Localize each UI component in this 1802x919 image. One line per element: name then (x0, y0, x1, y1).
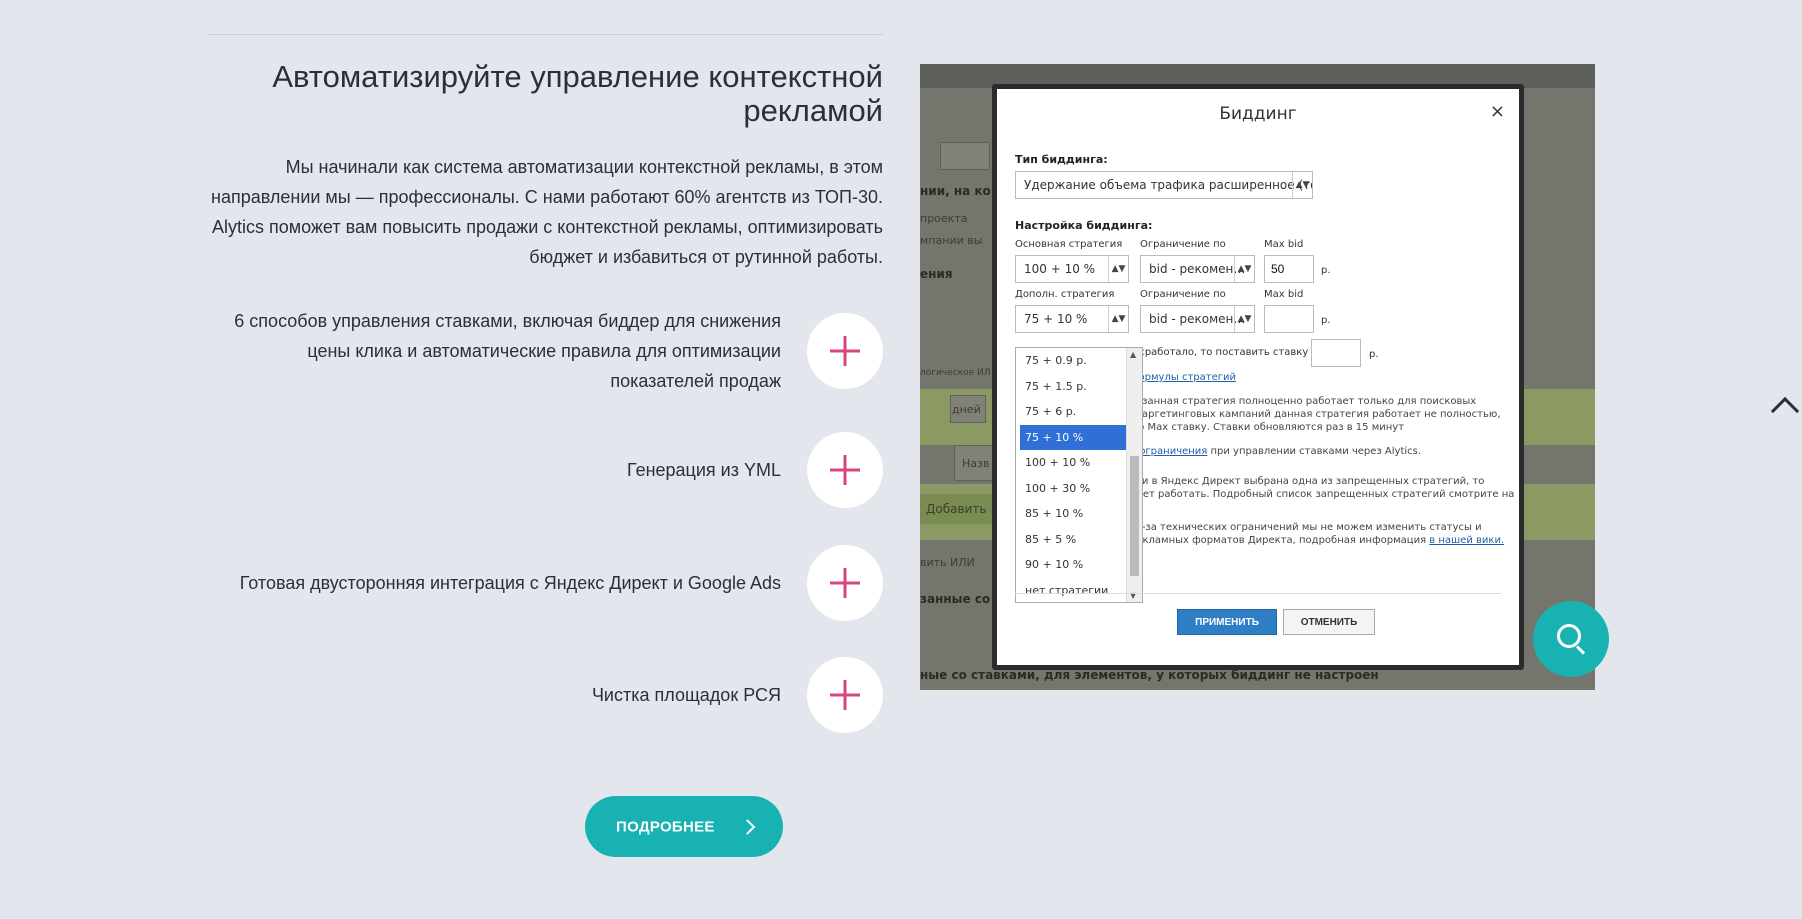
scrollbar-thumb[interactable] (1130, 456, 1139, 576)
feature-text: Чистка площадок РСЯ (591, 685, 781, 705)
expand-plus-icon[interactable] (807, 657, 883, 733)
dropdown-option[interactable]: 85 + 10 % (1016, 501, 1126, 527)
bg-input (940, 142, 990, 170)
limit2-label: Ограничение по (1140, 289, 1226, 300)
dropdown-option-selected[interactable]: 75 + 10 % (1020, 424, 1128, 450)
expand-plus-icon[interactable] (807, 313, 883, 389)
bg-text: проекта (920, 212, 968, 225)
strategy-dropdown-list: 75 + 0.9 р. 75 + 1.5 р. 75 + 6 р. 75 + 1… (1015, 347, 1143, 603)
maxbid-input[interactable] (1264, 255, 1314, 283)
dropdown-option[interactable]: 75 + 6 р. (1016, 399, 1126, 425)
feature-item-rsya: Чистка площадок РСЯ (209, 657, 883, 733)
bg-text: ения (920, 267, 953, 281)
limit-label: Ограничение по (1140, 239, 1226, 250)
bg-text: занные со (920, 592, 991, 606)
maxbid2-label: Max bid (1264, 289, 1304, 300)
dropdown-option[interactable]: 75 + 1.5 р. (1016, 374, 1126, 400)
apply-button[interactable]: ПРИМЕНИТЬ (1177, 609, 1277, 635)
expand-plus-icon[interactable] (807, 432, 883, 508)
info-line: ую Max ставку. Ставки обновляются раз в … (1130, 422, 1405, 433)
bidding-modal: Биддинг × Тип биддинга: Удержание объема… (992, 84, 1524, 670)
bg-text: вить ИЛИ (920, 556, 975, 569)
main-strategy-value: 100 + 10 % (1024, 262, 1096, 276)
feature-text: 6 способов управления ставками, включая … (234, 311, 781, 391)
limit-value: bid - рекомен… (1149, 262, 1246, 276)
settings-label: Настройка биддинга: (1015, 219, 1153, 232)
scroll-up-icon[interactable]: ▲ (1130, 350, 1136, 359)
section-title: Автоматизируйте управление контекстной р… (272, 59, 883, 128)
select-arrows-icon: ▲▼ (1234, 306, 1254, 332)
unit-label: р. (1321, 265, 1331, 276)
bid-type-label: Тип биддинга: (1015, 153, 1108, 166)
dropdown-option[interactable]: 100 + 30 % (1016, 476, 1126, 502)
dropdown-option[interactable]: 85 + 5 % (1016, 527, 1126, 553)
feature-item-integration: Готовая двусторонняя интеграция с Яндекс… (209, 545, 883, 621)
bg-text: Назв (962, 457, 990, 470)
more-button-label: ПОДРОБНЕЕ (616, 818, 715, 835)
unit-label: р. (1369, 349, 1379, 360)
info-line: сли в Яндекс Директ выбрана одна из запр… (1130, 476, 1485, 487)
limit2-select[interactable]: bid - рекомен… ▲▼ (1140, 305, 1255, 333)
product-screenshot: нии, на ко проекта мпании вы ения логиче… (920, 64, 1595, 690)
bg-text: дней (952, 403, 981, 416)
maxbid-label: Max bid (1264, 239, 1304, 250)
bg-button: Добавить (920, 494, 993, 524)
limit-select[interactable]: bid - рекомен… ▲▼ (1140, 255, 1255, 283)
close-icon[interactable]: × (1490, 103, 1505, 121)
feature-text: Готовая двусторонняя интеграция с Яндекс… (239, 573, 781, 593)
bg-text: мпании вы (920, 234, 983, 247)
formula-link[interactable]: формулы стратегий (1130, 372, 1236, 383)
select-arrows-icon: ▲▼ (1292, 172, 1312, 198)
main-strategy-select[interactable]: 100 + 10 % ▲▼ (1015, 255, 1129, 283)
main-strategy-label: Основная стратегия (1015, 239, 1123, 250)
info-line: а ограничения при управлении ставками че… (1130, 445, 1421, 458)
modal-title: Биддинг (1219, 104, 1297, 124)
chevron-up-icon[interactable] (1768, 392, 1798, 416)
wiki-link[interactable]: в нашей вики. (1429, 535, 1504, 546)
restrictions-link[interactable]: ограничения (1139, 446, 1207, 457)
bg-text: ные со ставками, для элементов, у которы… (920, 668, 1379, 682)
section-lead: Мы начинали как система автоматизации ко… (211, 157, 883, 267)
dropdown-option[interactable]: 75 + 0.9 р. (1016, 348, 1126, 374)
info-line: рекламных форматов Директа, подробная ин… (1130, 534, 1504, 547)
unit-label: р. (1321, 315, 1331, 326)
bid-type-value: Удержание объема трафика расширенное (то… (1024, 178, 1312, 192)
select-arrows-icon: ▲▼ (1108, 256, 1128, 282)
dropdown-option[interactable]: 90 + 10 % (1016, 552, 1126, 578)
bg-text: нии, на ко (920, 184, 991, 198)
info-line: етаргетинговых кампаний данная стратегия… (1130, 409, 1501, 420)
info-text: рекламных форматов Директа, подробная ин… (1130, 535, 1430, 546)
bg-text: логическое ИЛ (920, 368, 991, 378)
info-line: казанная стратегия полноценно работает т… (1130, 396, 1477, 407)
extra-strategy-label: Дополн. стратегия (1015, 289, 1115, 300)
cancel-button[interactable]: ОТМЕНИТЬ (1283, 609, 1375, 635)
search-icon-handle (1575, 645, 1586, 655)
chevron-right-icon (739, 818, 756, 835)
select-arrows-icon: ▲▼ (1108, 306, 1128, 332)
info-text: при управлении ставками через Alytics. (1207, 446, 1422, 457)
search-fab-button[interactable] (1533, 601, 1609, 677)
extra-strategy-select[interactable]: 75 + 10 % ▲▼ (1015, 305, 1129, 333)
dropdown-option[interactable]: нет стратегии (1016, 578, 1126, 604)
bid-type-select[interactable]: Удержание объема трафика расширенное (то… (1015, 171, 1313, 199)
more-button[interactable]: ПОДРОБНЕЕ (585, 796, 783, 857)
fallback-bid-input[interactable] (1311, 339, 1361, 367)
limit2-value: bid - рекомен… (1149, 312, 1246, 326)
feature-item-bidding: 6 способов управления ставками, включая … (209, 311, 883, 391)
maxbid2-input[interactable] (1264, 305, 1314, 333)
feature-text: Генерация из YML (627, 460, 781, 480)
dropdown-option[interactable]: 100 + 10 % (1016, 450, 1126, 476)
top-divider (209, 34, 883, 35)
feature-item-yml: Генерация из YML (209, 432, 883, 508)
dropdown-scrollbar[interactable]: ▲ ▼ (1126, 348, 1142, 602)
info-line: из-за технических ограничений мы не може… (1130, 522, 1482, 533)
intro-block: Автоматизируйте управление контекстной р… (209, 60, 883, 272)
expand-plus-icon[interactable] (807, 545, 883, 621)
extra-strategy-value: 75 + 10 % (1024, 312, 1088, 326)
select-arrows-icon: ▲▼ (1234, 256, 1254, 282)
info-line: удет работать. Подробный список запрещен… (1130, 489, 1515, 500)
modal-divider (1015, 593, 1501, 594)
